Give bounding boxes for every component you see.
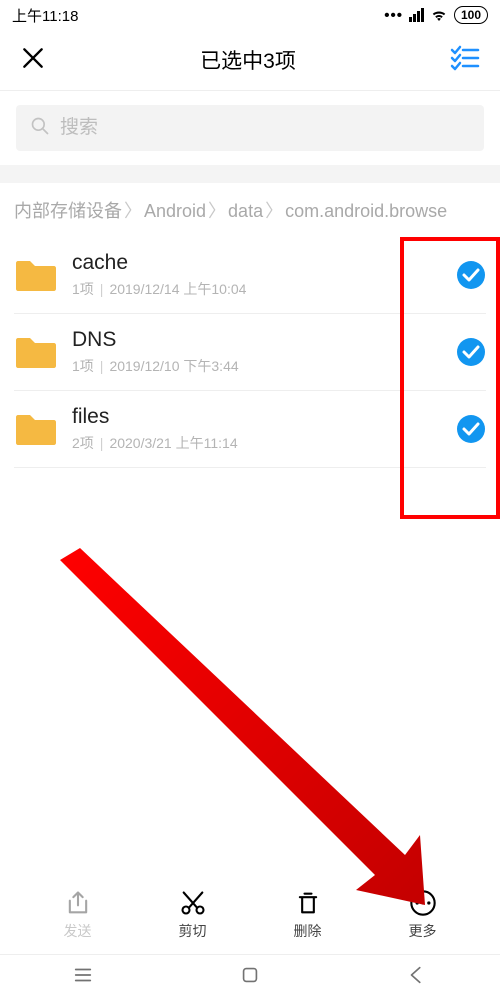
status-bar: 上午11:18 100: [0, 0, 500, 30]
file-list: cache 1项|2019/12/14 上午10:04 DNS 1项|2019/…: [0, 237, 500, 468]
close-icon[interactable]: [20, 45, 46, 76]
share-icon: [64, 889, 92, 917]
file-name: DNS: [72, 328, 442, 352]
file-name: files: [72, 405, 442, 429]
header: 已选中3项: [0, 30, 500, 90]
nav-back-icon[interactable]: [406, 964, 428, 991]
select-all-icon[interactable]: [450, 45, 480, 76]
battery-icon: 100: [454, 6, 488, 24]
folder-icon: [14, 411, 58, 447]
folder-icon: [14, 334, 58, 370]
breadcrumb[interactable]: 内部存储设备〉Android〉data〉com.android.browse: [0, 183, 500, 237]
more-button[interactable]: 更多: [388, 889, 458, 941]
nav-recent-icon[interactable]: [72, 964, 94, 991]
trash-icon: [294, 889, 322, 917]
search-wrap: [0, 91, 500, 165]
wifi-icon: [430, 8, 448, 22]
list-item[interactable]: cache 1项|2019/12/14 上午10:04: [14, 237, 486, 314]
more-icon: [409, 889, 437, 917]
system-nav-bar: [0, 954, 500, 1000]
nav-home-icon[interactable]: [239, 964, 261, 991]
list-item[interactable]: DNS 1项|2019/12/10 下午3:44: [14, 314, 486, 391]
file-sub: 1项|2019/12/14 上午10:04: [72, 279, 442, 299]
page-title: 已选中3项: [200, 45, 296, 75]
breadcrumb-item[interactable]: data: [228, 201, 263, 221]
send-button[interactable]: 发送: [43, 889, 113, 941]
file-name: cache: [72, 251, 442, 275]
cut-button[interactable]: 剪切: [158, 889, 228, 941]
check-icon[interactable]: [456, 414, 486, 444]
breadcrumb-item[interactable]: Android: [144, 201, 206, 221]
list-item[interactable]: files 2项|2020/3/21 上午11:14: [14, 391, 486, 468]
search-input[interactable]: [60, 117, 470, 139]
status-time: 上午11:18: [12, 5, 78, 26]
check-icon[interactable]: [456, 337, 486, 367]
breadcrumb-item[interactable]: com.android.browse: [285, 201, 447, 221]
check-icon[interactable]: [456, 260, 486, 290]
file-sub: 2项|2020/3/21 上午11:14: [72, 433, 442, 453]
delete-button[interactable]: 删除: [273, 889, 343, 941]
action-bar: 发送 剪切 删除 更多: [0, 876, 500, 954]
search-icon: [30, 116, 50, 141]
status-dots-icon: [384, 7, 403, 24]
scissors-icon: [179, 889, 207, 917]
search-box[interactable]: [16, 105, 484, 151]
breadcrumb-item[interactable]: 内部存储设备: [14, 201, 122, 221]
folder-icon: [14, 257, 58, 293]
signal-icon: [409, 8, 424, 22]
file-sub: 1项|2019/12/10 下午3:44: [72, 356, 442, 376]
status-right: 100: [384, 6, 488, 24]
